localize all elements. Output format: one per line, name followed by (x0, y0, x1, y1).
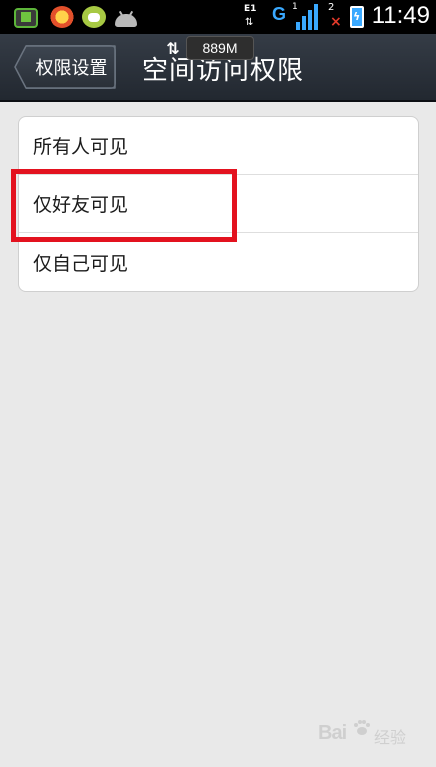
browser-notification-icon (50, 6, 74, 28)
signal-number: 1 (292, 2, 298, 12)
baidu-watermark: Bai 经验 (318, 712, 418, 752)
android-icon (114, 6, 138, 28)
data-label: E1 (244, 4, 257, 14)
watermark-brand: Bai (318, 722, 347, 744)
option-label: 所有人可见 (33, 136, 129, 158)
option-everyone[interactable]: 所有人可见 (19, 117, 418, 175)
network-type: G (272, 4, 287, 24)
option-label: 仅自己可见 (33, 252, 129, 275)
back-button-label: 权限设置 (35, 58, 108, 79)
chat-notification-icon (82, 6, 106, 28)
memory-indicator[interactable]: ⇅ 889M (160, 36, 260, 60)
watermark-sub: 经验 (374, 728, 407, 747)
battery-icon: ϟ (350, 6, 364, 28)
app-notification-icon (14, 8, 38, 28)
paw-icon (354, 720, 370, 735)
memory-value: 889M (186, 36, 254, 60)
sim2-no-signal-icon: 2 × (328, 2, 342, 30)
status-bar: E1 ⇅ G 1 2 × ϟ 11:49 (0, 0, 436, 34)
data-activity-icon: E1 ⇅ (244, 4, 257, 28)
swap-arrows-icon: ⇅ (166, 38, 180, 58)
clock: 11:49 (371, 2, 430, 29)
highlight-annotation (11, 169, 237, 242)
sim2-label: 2 (328, 2, 335, 13)
back-button[interactable]: 权限设置 (14, 45, 116, 89)
signal-icon: 1 (292, 2, 320, 30)
